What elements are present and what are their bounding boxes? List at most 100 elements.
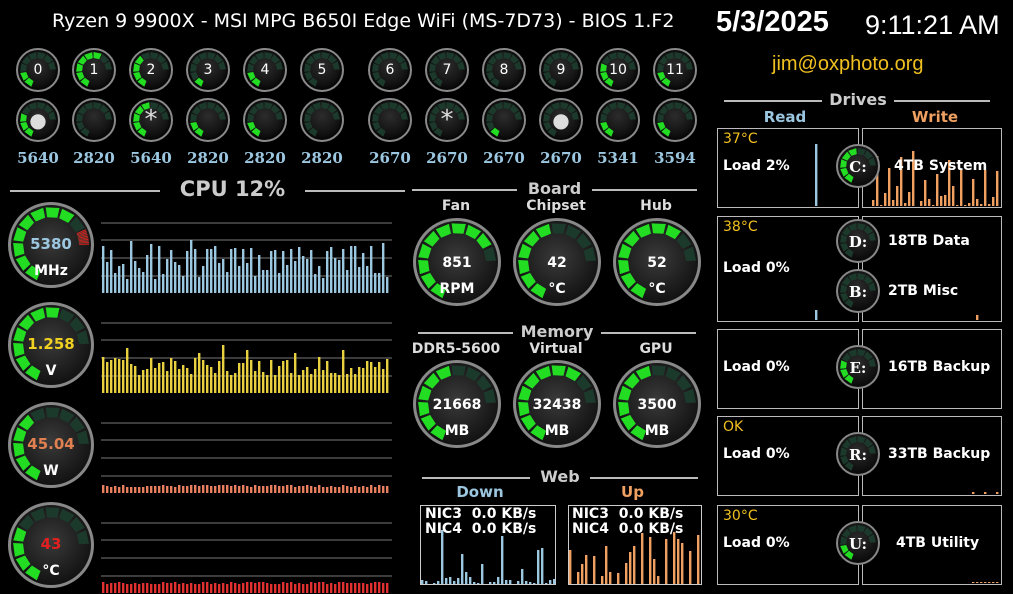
gauge-unit: MB	[444, 423, 470, 439]
cpu-load-label: CPU 12%	[179, 177, 286, 201]
drive-letter-gauge[interactable]: D:	[836, 219, 880, 263]
gauge-value: 3500	[637, 397, 677, 413]
core-1-thread-b-gauge	[72, 98, 116, 142]
drive-load: Load 0%	[723, 260, 790, 276]
cpu-section-header: CPU 12%	[10, 177, 410, 201]
core-label: 9	[556, 62, 566, 78]
core-frequency: 2670	[426, 149, 468, 167]
drive-name: 2TB Misc	[888, 283, 959, 299]
core-label: 4	[260, 62, 270, 78]
date-display: 5/3/2025	[716, 6, 829, 38]
core-11-thread-a-gauge: 11	[653, 48, 697, 92]
core-frequency: 2820	[187, 149, 229, 167]
memory-gauge-label: Virtual	[529, 341, 583, 357]
board-gauge-0: 851 RPM	[413, 218, 501, 306]
gauge-value: 45.04	[27, 435, 75, 453]
drives-section-header: Drives	[724, 90, 990, 110]
memory-gauge-1: 32438 MB	[513, 360, 601, 448]
core-label: 3	[203, 62, 213, 78]
gauge-value: 5380	[30, 235, 72, 253]
drive-letter: U:	[848, 535, 868, 553]
core-frequency: 2820	[301, 149, 343, 167]
gauge-unit: RPM	[439, 281, 475, 297]
read-label: Read	[763, 108, 807, 126]
upload-nic-text: NIC3 0.0 KB/s NIC4 0.0 KB/s	[572, 507, 683, 537]
gauge-unit: °C	[548, 281, 566, 297]
core-3-thread-a-gauge: 3	[186, 48, 230, 92]
core-state-symbol: *	[144, 105, 158, 135]
board-gauge-1: 42 °C	[513, 218, 601, 306]
core-state-symbol: *	[440, 105, 454, 135]
drive-temperature: 38°C	[723, 219, 758, 235]
core-6-thread-b-gauge	[368, 98, 412, 142]
cpu-voltage-graph	[101, 322, 392, 393]
core-frequency: 3594	[654, 149, 696, 167]
gauge-unit: °C	[42, 563, 60, 579]
drive-name: 33TB Backup	[888, 446, 991, 462]
drive-temperature: OK	[723, 419, 744, 435]
gauge-value: 851	[442, 255, 472, 271]
drive-letter-gauge[interactable]: E:	[836, 345, 880, 389]
cpu-power-gauge: 45.04 W	[8, 402, 94, 488]
memory-gauge-label: DDR5-5600	[411, 341, 501, 357]
board-gauge-2: 52 °C	[613, 218, 701, 306]
drive-name: 16TB Backup	[888, 359, 991, 375]
core-frequency: 2670	[483, 149, 525, 167]
cpu-power-graph	[101, 422, 392, 493]
memory-label: Memory	[520, 322, 594, 341]
core-state-symbol: ●	[552, 108, 570, 132]
core-2-thread-b-gauge: *	[129, 98, 173, 142]
gauge-unit: °C	[648, 281, 666, 297]
core-8-thread-a-gauge: 8	[482, 48, 526, 92]
core-label: 2	[146, 62, 156, 78]
time-display: 9:11:21 AM	[865, 10, 1000, 40]
drive-load: Load 0%	[723, 535, 790, 551]
gauge-unit: MHz	[34, 263, 68, 279]
drive-name: 4TB System	[894, 158, 988, 174]
memory-section-header: Memory	[418, 322, 696, 342]
core-11-thread-b-gauge	[653, 98, 697, 142]
board-section-header: Board	[412, 179, 697, 199]
drive-letter-gauge[interactable]: U:	[836, 521, 880, 565]
core-9-thread-b-gauge: ●	[539, 98, 583, 142]
gauge-value: 32438	[532, 397, 582, 413]
core-label: 0	[33, 62, 43, 78]
write-label: Write	[911, 108, 959, 126]
cpu-clock-gauge: 5380 MHz	[8, 202, 94, 288]
nic-line: NIC3 0.0 KB/s	[572, 506, 684, 522]
core-5-thread-a-gauge: 5	[300, 48, 344, 92]
core-label: 10	[609, 62, 627, 78]
drive-letter-gauge[interactable]: R:	[836, 432, 880, 476]
drive-load: Load 0%	[723, 446, 790, 462]
drive-name: 4TB Utility	[896, 535, 980, 551]
core-4-thread-a-gauge: 4	[243, 48, 287, 92]
core-7-thread-b-gauge: *	[425, 98, 469, 142]
gauge-unit: MB	[644, 423, 670, 439]
drive-letter: E:	[849, 359, 867, 377]
cpu-temp-graph	[101, 522, 392, 593]
board-gauge-label: Chipset	[526, 198, 586, 214]
core-frequency: 2670	[369, 149, 411, 167]
board-gauge-label: Hub	[640, 198, 672, 214]
core-frequency: 5341	[597, 149, 639, 167]
core-frequency: 5640	[17, 149, 59, 167]
core-6-thread-a-gauge: 6	[368, 48, 412, 92]
core-state-symbol: ●	[29, 108, 47, 132]
core-7-thread-a-gauge: 7	[425, 48, 469, 92]
core-frequency: 5640	[130, 149, 172, 167]
system-title: Ryzen 9 9900X - MSI MPG B650I Edge WiFi …	[52, 10, 675, 32]
gauge-value: 1.258	[27, 335, 75, 353]
core-1-thread-a-gauge: 1	[72, 48, 116, 92]
drive-letter: B:	[848, 283, 868, 301]
upload-label: Up	[621, 483, 644, 501]
email-link[interactable]: jim@oxphoto.org	[772, 53, 923, 76]
core-label: 8	[499, 62, 509, 78]
drive-letter-gauge[interactable]: C:	[836, 144, 880, 188]
core-9-thread-a-gauge: 9	[539, 48, 583, 92]
gauge-unit: W	[43, 463, 59, 479]
drive-letter-gauge[interactable]: B:	[836, 269, 880, 313]
nic-line: NIC4 0.0 KB/s	[572, 521, 684, 537]
nic-line: NIC4 0.0 KB/s	[425, 521, 537, 537]
core-0-thread-b-gauge: ●	[16, 98, 60, 142]
cpu-voltage-gauge: 1.258 V	[8, 302, 94, 388]
